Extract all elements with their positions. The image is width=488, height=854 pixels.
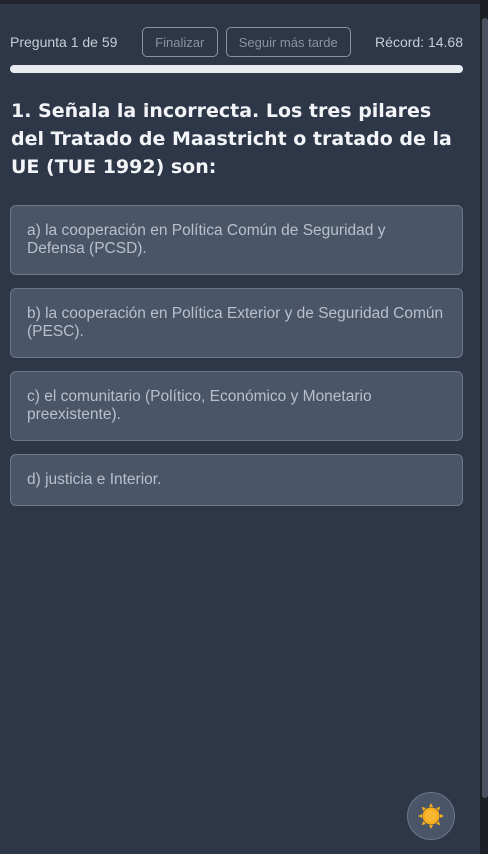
answer-option-a[interactable]: a) la cooperación en Política Común de S… [10,205,463,275]
quiz-header: Pregunta 1 de 59 Finalizar Seguir más ta… [10,27,463,57]
answer-option-b[interactable]: b) la cooperación en Política Exterior y… [10,288,463,358]
scrollbar-thumb[interactable] [482,18,488,798]
answer-option-d[interactable]: d) justicia e Interior. [10,454,463,506]
header-buttons: Finalizar Seguir más tarde [141,27,351,57]
finish-button[interactable]: Finalizar [141,27,218,57]
question-text: 1. Señala la incorrecta. Los tres pilare… [11,100,452,178]
answer-option-c[interactable]: c) el comunitario (Político, Económico y… [10,371,463,441]
progress-bar [10,65,463,73]
top-border [0,0,480,4]
continue-later-button[interactable]: Seguir más tarde [225,27,351,57]
answer-list: a) la cooperación en Política Común de S… [10,205,463,519]
theme-toggle-button[interactable] [407,792,455,840]
quiz-page: Pregunta 1 de 59 Finalizar Seguir más ta… [0,0,480,854]
question-counter: Pregunta 1 de 59 [10,34,118,50]
sun-icon [418,803,444,829]
record-score: Récord: 14.68 [375,34,463,50]
